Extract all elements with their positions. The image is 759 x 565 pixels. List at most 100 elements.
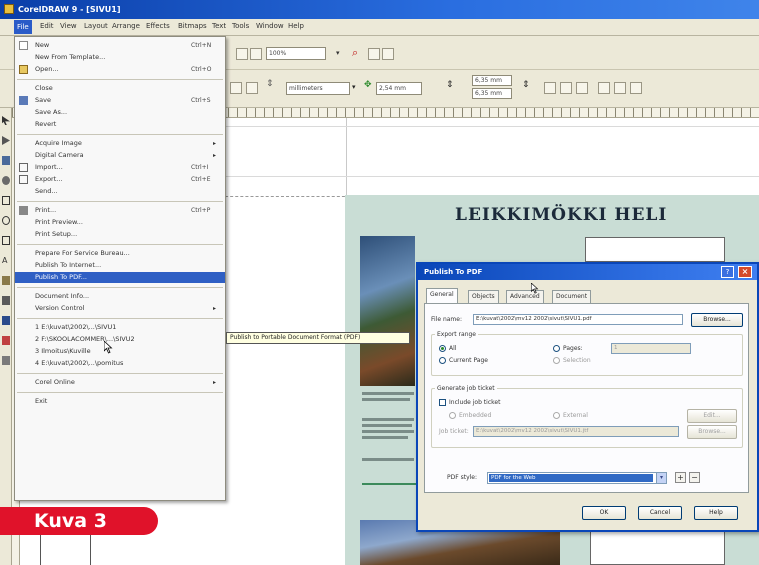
current-page-radio[interactable] [439,357,446,364]
interactive-fill-icon[interactable] [2,276,10,285]
zoom-dropdown-icon[interactable]: ▾ [336,49,340,57]
fill-tool-icon[interactable] [2,336,10,345]
corel-online-icon[interactable] [382,48,394,60]
menu-item-save[interactable]: Save Ctrl+S [15,95,225,106]
menu-item-new-from-template[interactable]: New From Template... [15,52,225,63]
text-tool-icon[interactable]: A [2,256,10,265]
browse-button[interactable]: Browse... [691,313,743,327]
menu-tools[interactable]: Tools [232,22,249,30]
menu-item-new[interactable]: New Ctrl+N [15,40,225,51]
menu-layout[interactable]: Layout [84,22,108,30]
menu-text[interactable]: Text [212,22,226,30]
menu-item-exit[interactable]: Exit [15,396,225,407]
include-job-ticket-checkbox[interactable] [439,399,446,406]
external-radio[interactable] [553,412,560,419]
menu-item-recent-3[interactable]: 3 Ilmoitus\Kuville [15,346,225,357]
menu-item-export[interactable]: Export... Ctrl+E [15,174,225,185]
floor-plan-drawing[interactable] [585,237,725,262]
job-ticket-path-input[interactable]: E:\kuvat\2002\mv12 2002\sivut\SIVU1.jtf [473,426,679,437]
menu-item-print-setup[interactable]: Print Setup... [15,229,225,240]
pick-tool-icon[interactable] [2,116,10,125]
export-icon[interactable] [250,48,262,60]
duplicate-spinner-icon[interactable]: ⇕ [446,80,454,90]
menu-item-publish-internet[interactable]: Publish To Internet... [15,260,225,271]
menu-item-prepare-service-bureau[interactable]: Prepare For Service Bureau... [15,248,225,259]
import-icon[interactable] [236,48,248,60]
menu-item-acquire-image[interactable]: Acquire Image ▸ [15,138,225,149]
dialog-titlebar[interactable]: Publish To PDF [418,264,757,280]
menu-item-recent-4[interactable]: 4 E:\kuvat\2002\...\pomitus [15,358,225,369]
nudge-offset-field[interactable]: 2,54 mm [376,82,422,95]
duplicate-x-field[interactable]: 6,35 mm [472,75,512,86]
tab-general[interactable]: General [426,288,458,303]
menu-edit[interactable]: Edit [40,22,54,30]
duplicate-y-field[interactable]: 6,35 mm [472,88,512,99]
remove-style-button[interactable]: − [689,472,700,483]
rectangle-tool-icon[interactable] [2,196,10,205]
menu-item-publish-pdf[interactable]: Publish To PDF... [15,272,225,283]
menu-item-corel-online[interactable]: Corel Online ▸ [15,377,225,388]
menu-item-recent-1[interactable]: 1 E:\kuvat\2002\...\SIVU1 [15,322,225,333]
menu-item-revert[interactable]: Revert [15,119,225,130]
pages-input[interactable]: 1 [611,343,691,354]
eyedropper-tool-icon[interactable] [2,296,10,305]
menu-item-print[interactable]: Print... Ctrl+P [15,205,225,216]
help-button[interactable]: Help [694,506,738,520]
cancel-button[interactable]: Cancel [638,506,682,520]
zoom-tool-icon[interactable]: ⌕ [352,46,358,60]
options-icon[interactable] [630,82,642,94]
menu-window[interactable]: Window [256,22,284,30]
menu-item-version-control[interactable]: Version Control ▸ [15,303,225,314]
menu-item-import[interactable]: Import... Ctrl+I [15,162,225,173]
menu-item-save-as[interactable]: Save As... [15,107,225,118]
menu-file[interactable]: File [14,20,32,34]
shape-tool-icon[interactable] [2,136,10,145]
dialog-help-icon[interactable]: ? [721,266,734,278]
menu-view[interactable]: View [60,22,77,30]
snap-objects-icon[interactable] [576,82,588,94]
embedded-radio[interactable] [449,412,456,419]
playhouse-photo[interactable] [360,236,415,386]
browse-ticket-button[interactable]: Browse... [687,425,737,439]
ellipse-tool-icon[interactable] [2,216,10,225]
add-style-button[interactable]: + [675,472,686,483]
zoom-tool-left-icon[interactable] [2,156,10,165]
menu-effects[interactable]: Effects [146,22,170,30]
zoom-level-combo[interactable]: 100% [266,47,326,60]
pages-radio[interactable] [553,345,560,352]
ok-button[interactable]: OK [582,506,626,520]
file-name-input[interactable]: E:\kuvat\2002\mv12 2002\sivut\SIVU1.pdf [473,314,683,325]
menu-item-close[interactable]: Close [15,83,225,94]
portrait-icon[interactable] [230,82,242,94]
selection-radio[interactable] [553,357,560,364]
menu-item-open[interactable]: Open... Ctrl+O [15,64,225,75]
menu-help[interactable]: Help [288,22,304,30]
units-dropdown-icon[interactable]: ▾ [352,83,356,91]
menu-item-recent-2[interactable]: 2 F:\SKOOLACOMMER\...\SIVU2 [15,334,225,345]
dialog-close-icon[interactable]: × [738,266,752,278]
menu-item-digital-camera[interactable]: Digital Camera ▸ [15,150,225,161]
pdf-style-select[interactable]: PDF for the Web ▾ [487,472,667,484]
freehand-tool-icon[interactable] [2,176,10,185]
menu-item-send[interactable]: Send... [15,186,225,197]
landscape-icon[interactable] [246,82,258,94]
edit-ticket-button[interactable]: Edit... [687,409,737,423]
outline-tool-icon[interactable] [2,316,10,325]
duplicate-spinner-icon-2[interactable]: ⇕ [522,80,530,90]
scale-icon[interactable] [598,82,610,94]
polygon-tool-icon[interactable] [2,236,10,245]
tab-document[interactable]: Document [552,290,592,303]
units-combo[interactable]: millimeters [286,82,350,95]
treat-as-filled-icon[interactable] [614,82,626,94]
snap-grid-icon[interactable] [544,82,556,94]
menu-item-print-preview[interactable]: Print Preview... [15,217,225,228]
all-radio[interactable] [439,345,446,352]
application-launcher-icon[interactable] [368,48,380,60]
tab-objects[interactable]: Objects [468,290,499,303]
chevron-down-icon[interactable]: ▾ [656,473,666,483]
menu-arrange[interactable]: Arrange [112,22,140,30]
menu-bitmaps[interactable]: Bitmaps [178,22,207,30]
menu-item-document-info[interactable]: Document Info... [15,291,225,302]
interactive-tool-icon[interactable] [2,356,10,365]
snap-guidelines-icon[interactable] [560,82,572,94]
